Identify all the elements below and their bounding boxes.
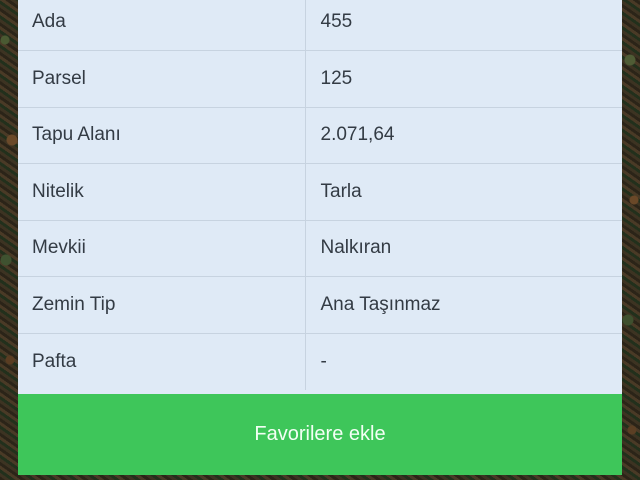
info-value: - (320, 350, 327, 372)
info-label: Mevkii (18, 220, 306, 277)
info-label: Ada (18, 0, 306, 51)
info-value: 455 (320, 11, 353, 32)
info-value: Nalkıran (320, 237, 392, 259)
info-row-ada: Ada 455 (18, 0, 622, 51)
info-label: Tapu Alanı (18, 107, 306, 164)
info-value: 2.071,64 (320, 124, 395, 146)
info-label: Nitelik (18, 163, 306, 220)
add-to-favorites-button[interactable]: Favorilere ekle (18, 394, 622, 475)
info-row-parsel: Parsel 125 (18, 50, 622, 107)
parcel-info-table: Ada 455 Parsel 125 Tapu Alanı 2.071,64 N… (18, 0, 622, 390)
info-value: 125 (320, 67, 353, 89)
info-value: Ana Taşınmaz (320, 293, 441, 315)
info-row-nitelik: Nitelik Tarla (18, 163, 622, 220)
info-row-tapu-alani: Tapu Alanı 2.071,64 (18, 107, 622, 164)
info-row-pafta: Pafta - (18, 333, 622, 390)
info-value: Tarla (320, 180, 362, 202)
info-row-mevkii: Mevkii Nalkıran (18, 220, 622, 277)
info-label: Pafta (18, 333, 306, 390)
info-label: Zemin Tip (18, 276, 306, 333)
info-row-zemin-tip: Zemin Tip Ana Taşınmaz (18, 276, 622, 333)
parcel-details-panel: Ada 455 Parsel 125 Tapu Alanı 2.071,64 N… (18, 0, 622, 394)
info-label: Parsel (18, 50, 306, 107)
